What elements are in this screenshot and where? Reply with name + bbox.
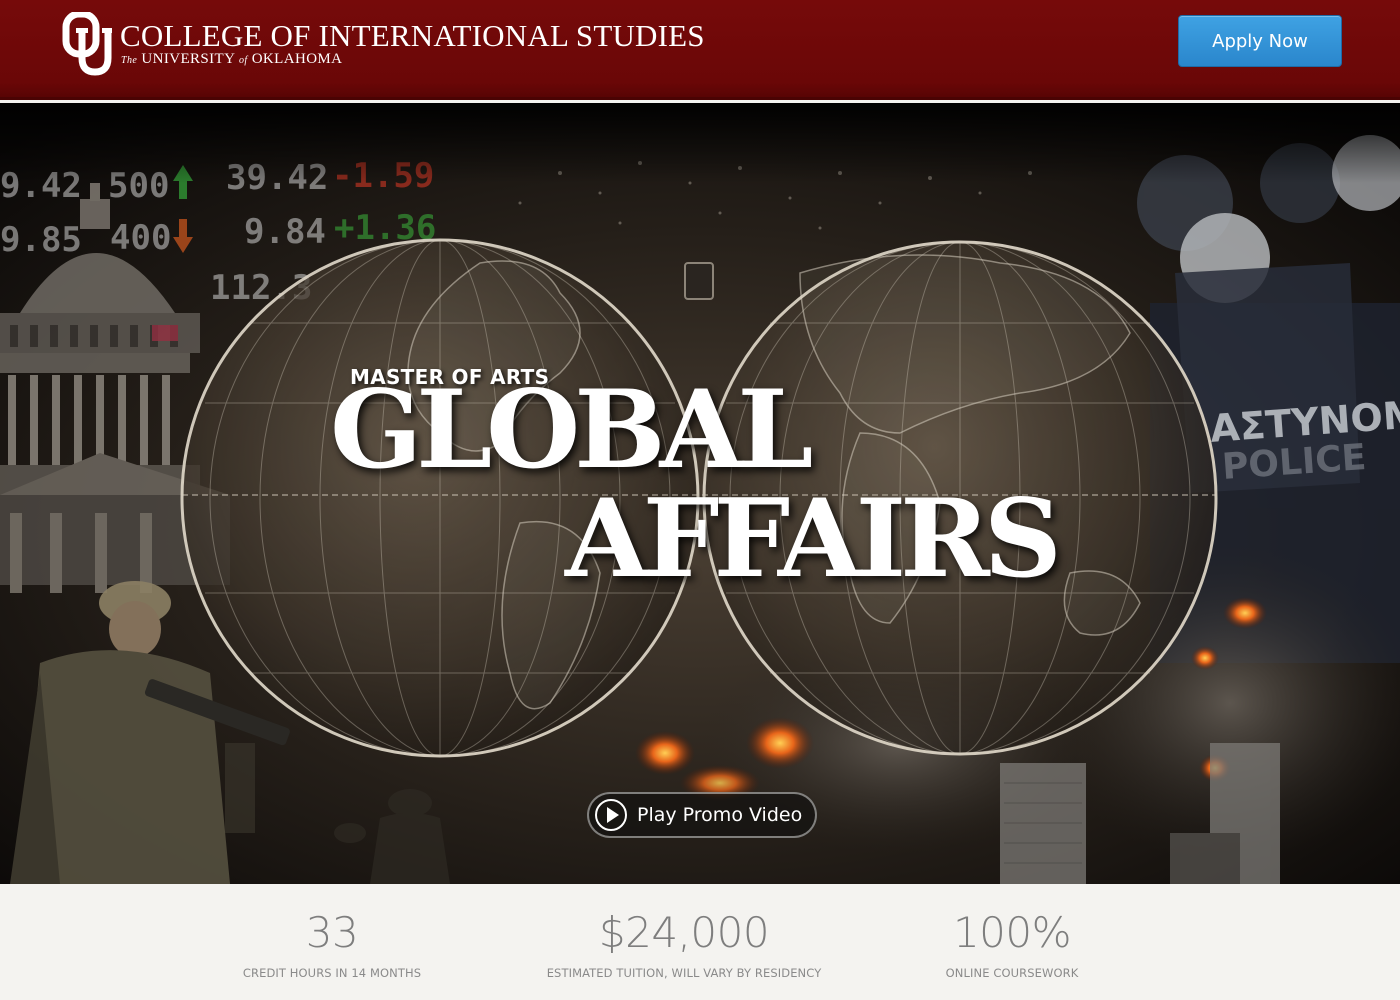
stat-label: CREDIT HOURS IN 14 MONTHS bbox=[242, 966, 422, 980]
university-prefix: The bbox=[121, 55, 138, 66]
stat-value: 33 bbox=[305, 908, 359, 957]
svg-text:400: 400 bbox=[110, 218, 171, 258]
stat-value: $24,000 bbox=[598, 908, 770, 957]
stat-label: ONLINE COURSEWORK bbox=[945, 966, 1079, 980]
apply-now-button[interactable]: Apply Now bbox=[1178, 15, 1342, 67]
play-circle-icon bbox=[595, 799, 627, 831]
program-title-line2: AFFAIRS bbox=[565, 476, 1062, 602]
program-stats: 33 CREDIT HOURS IN 14 MONTHS $24,000 EST… bbox=[0, 884, 1400, 1000]
stat-value: 100% bbox=[952, 908, 1072, 957]
hero-banner: 9.42 500 39.42 -1.59 9.85 400 9.84 +1.36… bbox=[0, 103, 1400, 884]
stat-label: ESTIMATED TUITION, WILL VARY BY RESIDENC… bbox=[546, 966, 822, 980]
stat-online: 100% ONLINE COURSEWORK bbox=[832, 908, 1192, 981]
university-word: UNIVERSITY bbox=[141, 51, 235, 67]
university-of: of bbox=[238, 55, 248, 66]
promo-label: Play Promo Video bbox=[637, 804, 803, 826]
university-name: The UNIVERSITY of OKLAHOMA bbox=[121, 51, 342, 68]
play-promo-video-button[interactable]: Play Promo Video bbox=[587, 792, 817, 838]
program-title-line1: GLOBAL bbox=[330, 367, 813, 493]
site-header: COLLEGE OF INTERNATIONAL STUDIES The UNI… bbox=[0, 0, 1400, 100]
college-name[interactable]: COLLEGE OF INTERNATIONAL STUDIES bbox=[120, 18, 705, 54]
university-state: OKLAHOMA bbox=[251, 51, 343, 67]
stat-tuition: $24,000 ESTIMATED TUITION, WILL VARY BY … bbox=[504, 908, 864, 981]
stat-credit-hours: 33 CREDIT HOURS IN 14 MONTHS bbox=[152, 908, 512, 981]
svg-text:9.85: 9.85 bbox=[0, 220, 82, 260]
ou-logo-icon[interactable] bbox=[62, 12, 112, 76]
svg-text:9.84: 9.84 bbox=[244, 212, 326, 252]
